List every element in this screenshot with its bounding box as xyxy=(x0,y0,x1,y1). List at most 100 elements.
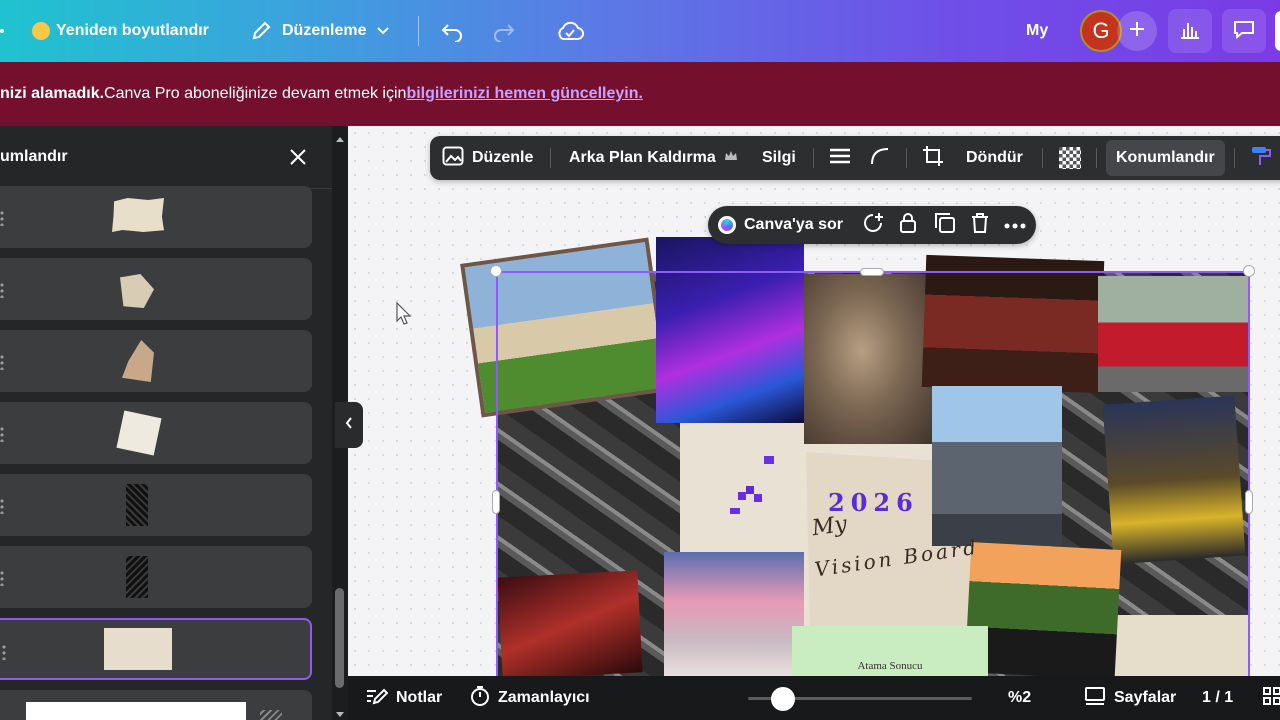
resize-handle[interactable] xyxy=(490,265,502,277)
erase-label: Silgi xyxy=(762,149,796,166)
edit-image-label: Düzenle xyxy=(472,149,534,166)
scroll-down-icon[interactable] xyxy=(335,706,345,720)
delete-button[interactable] xyxy=(970,206,990,244)
cloud-save-button[interactable] xyxy=(556,0,584,62)
cozy-room-photo[interactable] xyxy=(921,254,1105,394)
lock-icon xyxy=(898,212,918,239)
drag-handle-icon[interactable] xyxy=(0,282,4,298)
edit-mode-button[interactable]: Düzenleme xyxy=(250,0,390,62)
drag-handle-icon[interactable] xyxy=(0,426,4,442)
chevron-down-icon xyxy=(376,26,390,36)
duplicate-icon xyxy=(934,212,956,239)
ask-canva-button[interactable]: Canva'ya sor xyxy=(718,206,843,244)
layer-item[interactable] xyxy=(0,258,312,320)
concert-photo[interactable] xyxy=(497,570,643,680)
crop-button[interactable] xyxy=(922,136,944,180)
duplicate-button[interactable] xyxy=(934,206,956,244)
my-script-text[interactable]: My xyxy=(810,512,848,542)
comment-add-button[interactable] xyxy=(862,206,884,244)
banner-update-link[interactable]: bilgilerinizi hemen güncelleyin. xyxy=(406,85,643,103)
line-weight-button[interactable] xyxy=(829,136,851,180)
layer-thumbnail xyxy=(26,702,246,720)
edit-image-button[interactable]: Düzenle xyxy=(442,136,533,180)
close-panel-icon[interactable] xyxy=(288,147,308,172)
corner-rounding-button[interactable] xyxy=(870,136,890,180)
layer-item-selected[interactable] xyxy=(0,618,312,680)
bar-chart-icon xyxy=(1179,19,1201,44)
share-button-edge[interactable] xyxy=(1275,11,1280,51)
crown-icon xyxy=(32,22,50,40)
image-edit-toolbar: Düzenle Arka Plan Kaldırma Silgi Döndür … xyxy=(430,136,1280,180)
curve-icon xyxy=(870,147,890,170)
topbar-left-edge xyxy=(0,0,4,62)
grid-icon xyxy=(1262,686,1280,711)
image-icon xyxy=(442,146,464,171)
more-options-button[interactable] xyxy=(1004,206,1026,244)
redo-button[interactable] xyxy=(492,0,516,62)
bg-remove-label: Arka Plan Kaldırma xyxy=(569,149,716,166)
hatch-icon xyxy=(260,710,282,720)
sunset-field-photo[interactable] xyxy=(964,542,1122,680)
pages-button[interactable]: Sayfalar xyxy=(1084,676,1176,720)
grid-view-button[interactable] xyxy=(1262,676,1280,720)
lock-button[interactable] xyxy=(898,206,918,244)
layer-item[interactable] xyxy=(0,474,312,536)
layer-item[interactable] xyxy=(0,186,312,248)
timer-button[interactable]: Zamanlayıcı xyxy=(470,676,590,720)
cat-photo[interactable] xyxy=(804,274,932,444)
collapse-panel-button[interactable] xyxy=(335,402,363,448)
layer-item[interactable] xyxy=(0,546,312,608)
undo-button[interactable] xyxy=(440,0,464,62)
position-button[interactable]: Konumlandır xyxy=(1106,136,1225,180)
layer-item[interactable] xyxy=(0,690,312,720)
more-dots-icon xyxy=(1004,216,1026,234)
resize-handle[interactable] xyxy=(492,490,500,514)
panel-header: umlandır xyxy=(0,126,332,189)
insights-button[interactable] xyxy=(1168,9,1212,53)
house-photo[interactable] xyxy=(460,237,670,418)
scrollbar-thumb[interactable] xyxy=(335,588,344,688)
rotate-button[interactable]: Döndür xyxy=(966,136,1023,180)
timer-label: Zamanlayıcı xyxy=(498,689,590,706)
paint-roller-icon xyxy=(1250,145,1272,172)
drag-handle-icon[interactable] xyxy=(0,498,4,514)
banner-bold-text: nizi alamadık. xyxy=(0,85,105,102)
layer-item[interactable] xyxy=(0,330,312,392)
bg-remove-button[interactable]: Arka Plan Kaldırma xyxy=(569,136,738,180)
resize-handle[interactable] xyxy=(1243,265,1255,277)
add-collaborator-button[interactable] xyxy=(1117,11,1157,51)
notes-button[interactable]: Notlar xyxy=(366,676,442,720)
zoom-slider-thumb[interactable] xyxy=(770,687,795,711)
layer-item[interactable] xyxy=(0,402,312,464)
my-label[interactable]: My xyxy=(1026,0,1048,62)
payment-warning-banner: nizi alamadık. Canva Pro aboneliğinize d… xyxy=(0,62,1280,126)
mouse-cursor-icon xyxy=(396,301,412,331)
drag-handle-icon[interactable] xyxy=(0,570,4,586)
resize-button[interactable]: Yeniden boyutlandır xyxy=(32,0,209,62)
drag-handle-icon[interactable] xyxy=(0,210,4,226)
resize-handle[interactable] xyxy=(860,268,884,276)
drag-handle-icon[interactable] xyxy=(0,354,4,370)
gaming-room-photo[interactable] xyxy=(656,237,804,423)
transparency-button[interactable] xyxy=(1059,136,1081,180)
comments-button[interactable] xyxy=(1222,9,1266,53)
sticker-cluster[interactable] xyxy=(730,456,790,526)
zoom-value[interactable]: %2 xyxy=(1008,676,1031,720)
copy-style-button[interactable] xyxy=(1250,136,1272,180)
stadium-photo[interactable] xyxy=(932,386,1062,546)
element-context-menu: Canva'ya sor xyxy=(708,206,1036,244)
football-players-photo[interactable] xyxy=(1102,395,1246,565)
zoom-slider[interactable] xyxy=(748,687,972,711)
drag-handle-icon[interactable] xyxy=(2,644,6,660)
edit-mode-label: Düzenleme xyxy=(282,22,367,39)
page-count: 1 / 1 xyxy=(1202,689,1234,706)
canva-ai-icon xyxy=(718,216,736,234)
panel-title: umlandır xyxy=(0,148,68,165)
erase-button[interactable]: Silgi xyxy=(762,136,796,180)
resize-handle[interactable] xyxy=(1245,490,1253,514)
scroll-up-icon[interactable] xyxy=(335,130,345,148)
red-car-photo[interactable] xyxy=(1098,276,1250,392)
avatar[interactable]: G xyxy=(1080,10,1122,52)
caption-card[interactable]: Atama Sonucu xyxy=(792,626,988,676)
camper-sunset-photo[interactable] xyxy=(664,552,804,676)
